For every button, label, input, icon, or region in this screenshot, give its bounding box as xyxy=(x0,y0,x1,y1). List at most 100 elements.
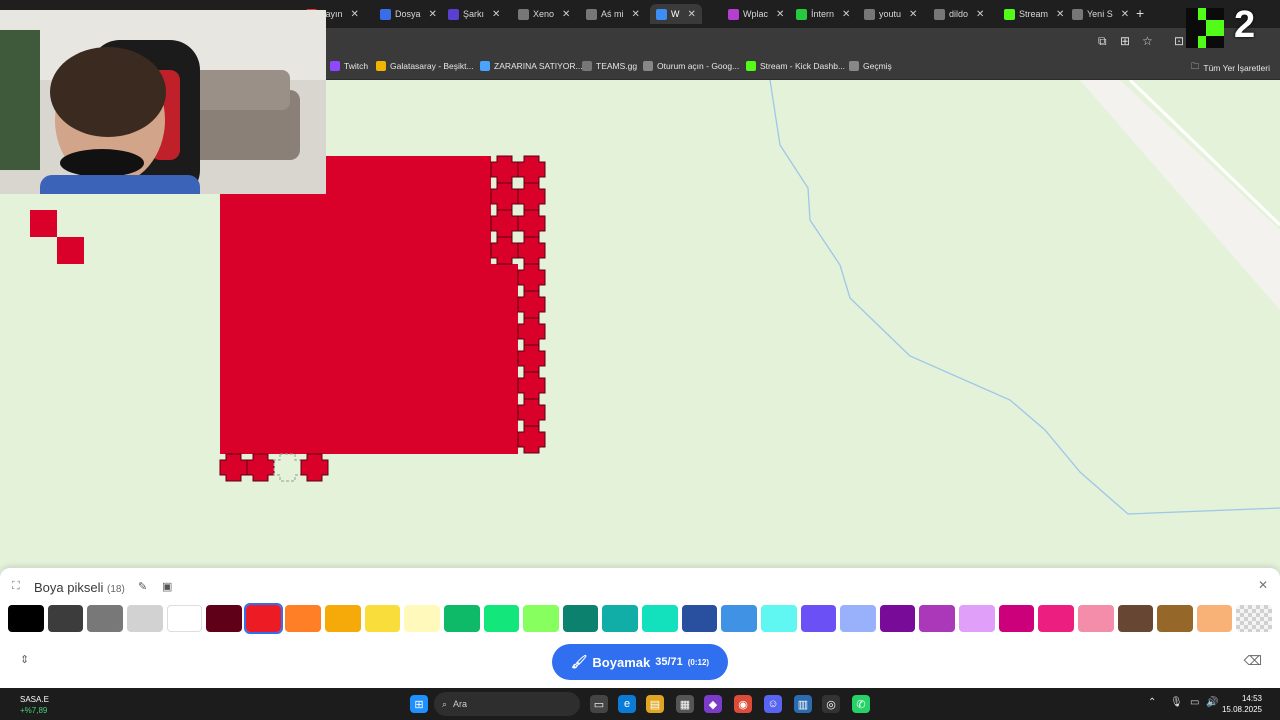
new-tab-button[interactable]: + xyxy=(1136,5,1144,21)
chrome-icon[interactable]: ◉ xyxy=(734,695,752,713)
extensions-icon[interactable]: ⊡ xyxy=(1174,34,1184,48)
tab-close-icon[interactable]: ✕ xyxy=(562,9,570,20)
app-icon-2[interactable]: ▥ xyxy=(794,695,812,713)
color-swatch[interactable] xyxy=(721,605,757,632)
paint-button[interactable]: 🖌 Boyamak 35/71 (0:12) xyxy=(552,644,728,680)
all-bookmarks[interactable]: 🗀 Tüm Yer İşaretleri xyxy=(1191,61,1270,75)
color-swatch[interactable] xyxy=(87,605,123,632)
discord-icon[interactable]: ☺ xyxy=(764,695,782,713)
bookmark-item[interactable]: Stream - Kick Dashb... xyxy=(746,61,845,71)
color-swatch[interactable] xyxy=(879,605,916,632)
eraser-icon[interactable]: ⌫ xyxy=(1244,653,1262,669)
edge-icon[interactable]: e xyxy=(618,695,636,713)
browser-tab[interactable]: Şarkı ✕ xyxy=(442,4,506,24)
windows-start-icon[interactable]: ⊞ xyxy=(410,695,428,713)
bookmark-item[interactable]: Oturum açın - Goog... xyxy=(643,61,739,71)
browser-tab[interactable]: Wplac ✕ xyxy=(722,4,790,24)
color-swatch[interactable] xyxy=(800,605,837,632)
color-swatch[interactable] xyxy=(325,605,361,632)
tab-close-icon[interactable]: ✕ xyxy=(842,9,850,20)
bookmark-item[interactable]: Galatasaray - Beşikt... xyxy=(376,61,474,71)
app-icon[interactable]: ◆ xyxy=(704,695,722,713)
stock-widget[interactable]: SASA.E +%7,89 xyxy=(20,694,49,716)
pending-pixel-marker xyxy=(517,290,546,319)
image-icon[interactable]: ▣ xyxy=(162,580,172,593)
close-icon[interactable]: ✕ xyxy=(1258,578,1268,592)
browser-tab[interactable]: W ✕ xyxy=(650,4,702,24)
volume-icon[interactable]: 🔊 xyxy=(1206,697,1218,708)
color-swatch[interactable] xyxy=(602,605,638,632)
bookmark-item[interactable]: Geçmiş xyxy=(849,61,892,71)
color-swatch[interactable] xyxy=(364,605,401,632)
browser-tab[interactable]: Stream ✕ xyxy=(998,4,1070,24)
color-swatch[interactable] xyxy=(1196,605,1233,632)
bookmark-item[interactable]: ZARARINA SATIYOR... xyxy=(480,61,583,71)
tab-close-icon[interactable]: ✕ xyxy=(632,9,640,20)
clock[interactable]: 14:53 15.08.2025 xyxy=(1222,693,1262,715)
browser-tab[interactable]: Dosya ✕ xyxy=(374,4,443,24)
color-swatch[interactable] xyxy=(959,605,995,632)
color-swatch[interactable] xyxy=(562,605,599,632)
chevron-up-icon[interactable]: ⌃ xyxy=(1148,697,1156,708)
color-swatch[interactable] xyxy=(523,605,559,632)
bookmark-item[interactable]: TEAMS.gg xyxy=(582,61,637,71)
obs-icon[interactable]: ◎ xyxy=(822,695,840,713)
color-swatch[interactable] xyxy=(840,605,876,632)
tab-close-icon[interactable]: ✕ xyxy=(976,9,984,20)
color-swatch[interactable] xyxy=(126,605,163,632)
expand-icon[interactable]: ⛶ xyxy=(12,580,20,593)
color-swatch[interactable] xyxy=(404,605,440,632)
color-swatch[interactable] xyxy=(8,605,44,632)
browser-tab[interactable]: Xeno ✕ xyxy=(512,4,576,24)
bookmark-item[interactable]: Twitch xyxy=(330,61,368,71)
tab-close-icon[interactable]: ✕ xyxy=(688,9,696,20)
color-swatch[interactable] xyxy=(642,605,678,632)
network-icon[interactable]: ▭ xyxy=(1190,697,1199,708)
screen-cast-icon[interactable]: ⧉ xyxy=(1098,34,1107,49)
tab-close-icon[interactable]: ✕ xyxy=(1056,9,1064,20)
tab-close-icon[interactable]: ✕ xyxy=(776,9,784,20)
file-explorer-icon[interactable]: ▤ xyxy=(646,695,664,713)
tab-close-icon[interactable]: ✕ xyxy=(351,9,359,20)
translate-icon[interactable]: ⊞ xyxy=(1120,34,1130,48)
pencil-icon[interactable]: ✎ xyxy=(138,580,147,593)
bookmark-star-icon[interactable]: ☆ xyxy=(1142,34,1153,48)
store-icon[interactable]: ▦ xyxy=(676,695,694,713)
color-swatch[interactable] xyxy=(1038,605,1074,632)
bookmark-label: TEAMS.gg xyxy=(596,61,638,71)
microphone-icon[interactable]: 🎙 xyxy=(1170,697,1183,708)
color-swatch[interactable] xyxy=(285,605,321,632)
tab-close-icon[interactable]: ✕ xyxy=(909,9,917,20)
color-swatch[interactable] xyxy=(1157,605,1193,632)
transparent-swatch[interactable] xyxy=(1236,605,1272,632)
browser-tab[interactable]: İntern ✕ xyxy=(790,4,856,24)
browser-tab[interactable]: youtu ✕ xyxy=(858,4,923,24)
color-swatch[interactable] xyxy=(998,605,1035,632)
color-swatch[interactable] xyxy=(760,605,797,632)
pending-pixel-marker xyxy=(517,317,546,346)
whatsapp-icon[interactable]: ✆ xyxy=(852,695,870,713)
collapse-icon[interactable]: ⇕ xyxy=(20,653,29,666)
browser-tab[interactable]: dildo ✕ xyxy=(928,4,990,24)
color-swatch[interactable] xyxy=(483,605,520,632)
color-swatch[interactable] xyxy=(166,605,203,632)
color-swatch[interactable] xyxy=(47,605,84,632)
tab-close-icon[interactable]: ✕ xyxy=(1121,9,1129,20)
color-swatch[interactable] xyxy=(1077,605,1114,632)
color-swatch[interactable] xyxy=(206,605,242,632)
taskbar-search[interactable]: ⌕ Ara xyxy=(434,692,580,716)
task-view-icon[interactable]: ▭ xyxy=(590,695,608,713)
pending-pixel-marker xyxy=(517,155,546,184)
bookmark-label: Galatasaray - Beşikt... xyxy=(390,61,474,71)
tab-close-icon[interactable]: ✕ xyxy=(492,9,500,20)
color-swatch[interactable] xyxy=(1117,605,1154,632)
color-swatch[interactable] xyxy=(919,605,955,632)
tab-favicon xyxy=(380,8,391,20)
bookmark-label: ZARARINA SATIYOR... xyxy=(494,61,583,71)
color-swatch[interactable] xyxy=(681,605,718,632)
color-swatch[interactable] xyxy=(443,605,480,632)
browser-tab[interactable]: Yeni S ✕ xyxy=(1066,4,1135,24)
tab-close-icon[interactable]: ✕ xyxy=(429,9,437,20)
browser-tab[interactable]: Aś mi ✕ xyxy=(580,4,646,24)
color-swatch[interactable] xyxy=(243,603,284,634)
